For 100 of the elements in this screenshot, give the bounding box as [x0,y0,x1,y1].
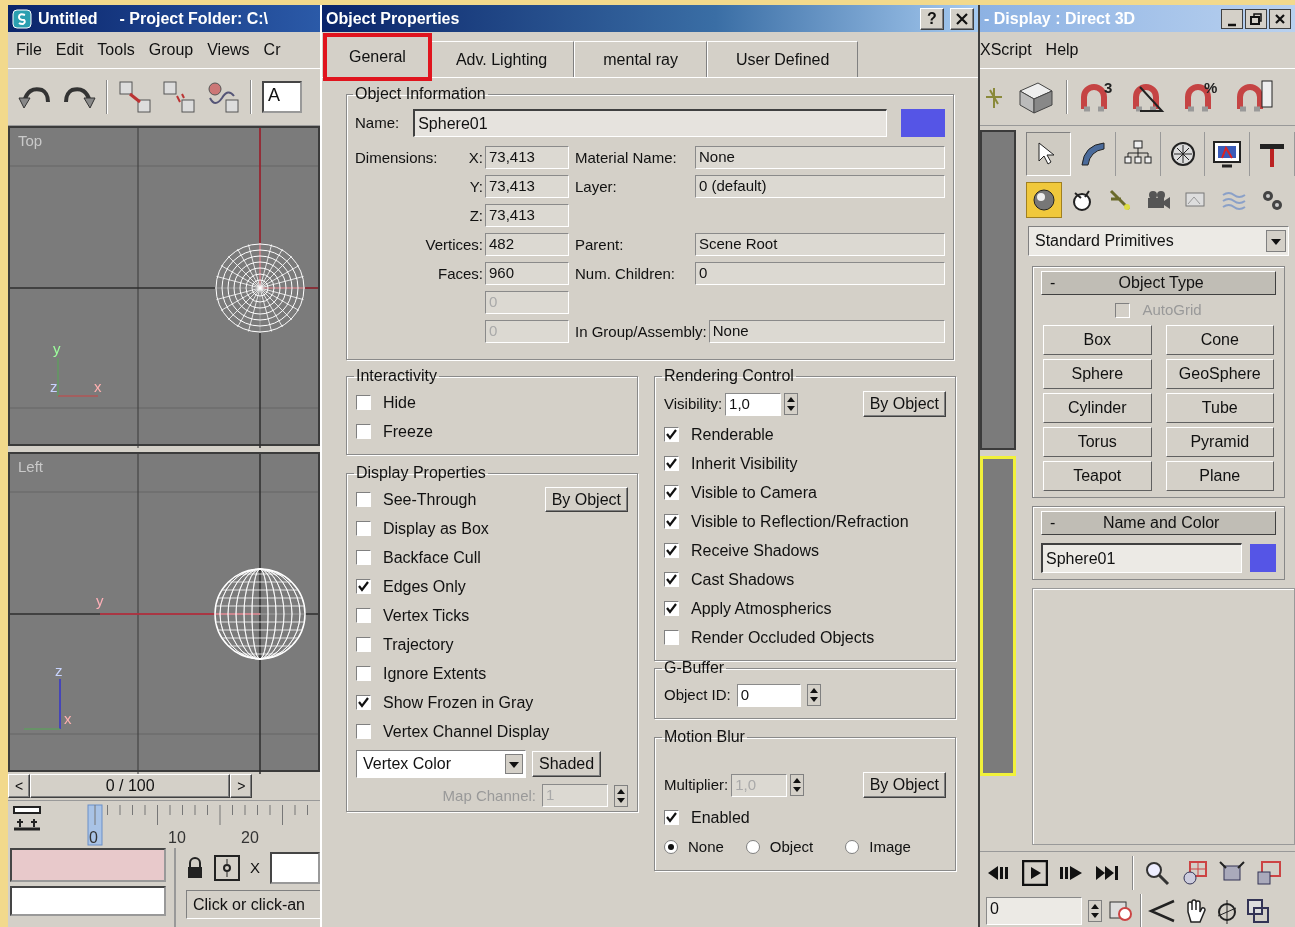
zoom-icon[interactable] [1144,860,1170,886]
checkbox[interactable] [356,521,371,536]
menu-item[interactable]: XScript [980,40,1032,60]
time-slider-thumb[interactable]: 0 / 100 [30,774,231,798]
primitive-button[interactable]: Plane [1165,461,1274,491]
checkbox-label: Visible to Reflection/Refraction [691,511,909,532]
primitive-button[interactable]: Box [1043,325,1152,355]
lock-icon[interactable] [186,857,204,879]
absolute-mode-icon[interactable] [214,855,240,881]
tab[interactable]: User Defined [706,40,859,77]
minimize-button[interactable] [1221,8,1243,29]
help-button[interactable]: ? [920,7,944,30]
checkbox[interactable] [664,572,679,587]
by-object-button[interactable]: By Object [544,486,628,513]
category-button[interactable] [1026,182,1062,218]
spinner-arrows[interactable] [784,393,799,415]
radio-button[interactable] [745,840,760,854]
primitive-button[interactable]: Tube [1165,393,1274,423]
checkbox[interactable] [664,543,679,558]
rollout-header[interactable]: - Name and Color [1041,511,1276,535]
checkbox[interactable] [664,810,679,825]
checkbox[interactable] [356,724,371,739]
script-listener-field[interactable] [10,848,166,882]
menu-item[interactable]: Edit [55,40,84,60]
coordinate-field[interactable] [270,852,320,884]
checkbox[interactable] [664,427,679,442]
checkbox[interactable] [356,666,371,681]
checkbox[interactable] [664,514,679,529]
menu-item[interactable]: Group [148,40,194,60]
previous-frame-button[interactable]: < [8,774,31,798]
checkbox[interactable] [664,630,679,645]
object-id-field[interactable]: 0 [736,683,801,707]
zoom-all-icon[interactable] [1180,860,1208,886]
time-config-icon[interactable] [1108,899,1134,923]
maximize-viewport-icon[interactable] [1246,898,1270,924]
viewport-label: Left [18,458,44,476]
tab[interactable]: General [326,35,429,78]
next-frame-button[interactable]: > [230,774,253,798]
checkbox[interactable] [356,550,371,565]
checkbox[interactable] [664,456,679,471]
name-field[interactable]: Sphere01 [1041,543,1242,573]
primitive-button[interactable]: GeoSphere [1165,359,1274,389]
visibility-field[interactable]: 1,0 [725,392,782,416]
menu-item[interactable]: Tools [97,40,135,60]
restore-button[interactable] [1245,8,1267,29]
menu-item[interactable]: Help [1045,40,1079,60]
checkbox[interactable] [356,695,371,710]
menu-item[interactable]: Cr [263,40,281,60]
menu-item[interactable]: File [16,40,42,60]
play-icon[interactable] [1022,860,1048,886]
spinner-arrows[interactable] [806,684,821,706]
next-frame-icon[interactable] [1058,863,1084,883]
checkbox[interactable] [356,608,371,623]
checkbox[interactable] [664,601,679,616]
group-title: Rendering Control [663,368,795,384]
primitive-button[interactable]: Cone [1165,325,1274,355]
close-button[interactable] [1269,8,1291,29]
unlink-icon[interactable] [162,80,196,114]
primitive-button[interactable]: Sphere [1043,359,1152,389]
spinner-arrows[interactable] [614,784,628,807]
primitive-button[interactable]: Teapot [1043,461,1152,491]
category-dropdown[interactable]: Standard Primitives [1028,226,1289,256]
spinner-arrows[interactable] [790,774,805,796]
shaded-button[interactable]: Shaded [532,751,602,777]
checkbox[interactable] [664,485,679,500]
link-icon[interactable] [118,80,152,114]
primitive-button[interactable]: Pyramid [1165,427,1274,457]
color-swatch[interactable] [901,109,945,137]
viewport-edge[interactable] [980,130,1016,450]
tab[interactable]: mental ray [574,40,707,77]
prompt-text: Click or click-an [186,890,320,920]
name-field[interactable]: Sphere01 [413,109,887,137]
coordinate-label: X [250,859,260,877]
checkbox[interactable] [356,637,371,652]
script-output-field[interactable] [10,886,166,916]
checkbox[interactable] [356,424,371,439]
bind-icon[interactable] [206,80,240,114]
radio-button[interactable] [664,840,678,854]
spinner-snap-icon[interactable] [1236,79,1276,115]
menu-item[interactable]: Views [207,40,250,60]
field-of-view-icon[interactable] [1148,898,1176,924]
checkbox[interactable] [356,579,371,594]
radio-button[interactable] [845,840,860,854]
rollout-header[interactable]: - Object Type [1041,271,1276,295]
by-object-button[interactable]: By Object [862,772,946,798]
checkbox-label: Apply Atmospherics [691,598,832,619]
primitive-button[interactable]: Cylinder [1043,393,1152,423]
by-object-button[interactable]: By Object [862,391,946,417]
display-mode-dropdown[interactable]: Vertex Color [356,750,526,778]
color-swatch[interactable] [1250,544,1276,572]
spinner-arrows[interactable] [1088,900,1102,922]
field-label: Object ID: [664,686,731,704]
track-bar[interactable]: 0 10 20 [48,803,308,847]
frame-field[interactable]: 0 [986,897,1082,925]
checkbox[interactable] [356,492,371,507]
checkbox-label: Hide [383,392,416,413]
zoom-extents-all-icon[interactable] [1256,860,1282,886]
primitive-button[interactable]: Torus [1043,427,1152,457]
selection-filter-field[interactable]: A [262,81,302,113]
checkbox[interactable] [356,395,371,410]
